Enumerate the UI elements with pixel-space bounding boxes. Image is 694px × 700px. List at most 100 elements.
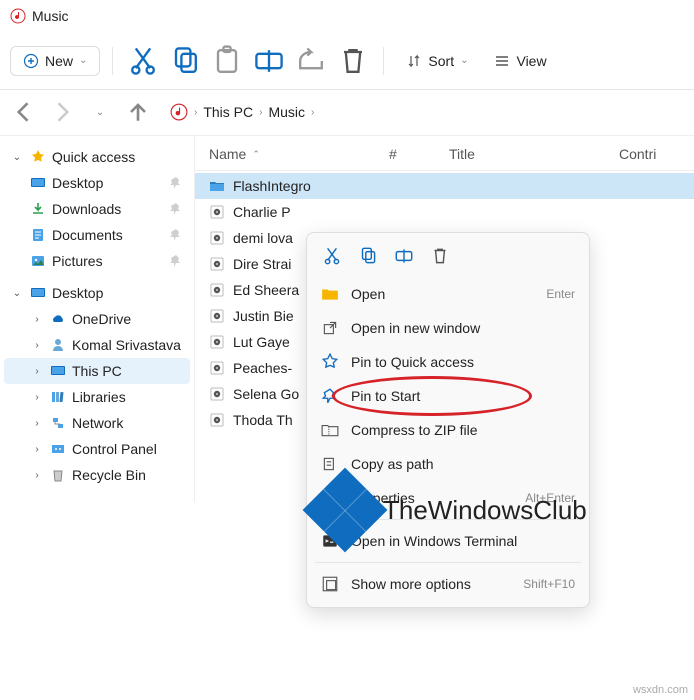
share-button[interactable] [293,43,329,79]
breadcrumb: › This PC › Music › [170,103,314,121]
chevron-down-icon: ⌄ [79,55,87,66]
audio-icon [209,230,225,246]
sidebar-item-label: Network [72,415,123,431]
breadcrumb-music[interactable]: Music [268,104,305,120]
menu-open[interactable]: Open Enter [307,277,589,311]
menu-more-options[interactable]: Show more options Shift+F10 [307,567,589,601]
desktop-icon [30,175,46,191]
menu-open-new-window[interactable]: Open in new window [307,311,589,345]
menu-label: Open in new window [351,320,480,336]
paste-button[interactable] [209,43,245,79]
sidebar-item-downloads[interactable]: Downloads [4,196,190,222]
chevron-right-icon[interactable]: › [30,444,44,455]
view-label: View [516,53,546,69]
menu-label: Compress to ZIP file [351,422,478,438]
new-button[interactable]: New ⌄ [10,46,100,76]
file-row[interactable]: Charlie P [195,199,694,225]
delete-button[interactable] [335,43,371,79]
desktop-icon [30,285,46,301]
menu-shortcut: Shift+F10 [523,577,575,591]
column-title[interactable]: Title [449,146,599,162]
sidebar: ⌄ Quick access Desktop Downloads Documen… [0,136,195,502]
menu-label: Pin to Start [351,388,420,404]
chevron-right-icon[interactable]: › [259,107,262,118]
file-row[interactable]: FlashIntegro [195,173,694,199]
file-name: FlashIntegro [233,178,311,194]
documents-icon [30,227,46,243]
source-label: wsxdn.com [633,684,688,696]
pin-icon [168,227,184,243]
menu-pin-start[interactable]: Pin to Start [307,379,589,413]
file-name: Selena Go [233,386,299,402]
view-button[interactable]: View [484,47,556,75]
copy-button[interactable] [167,43,203,79]
menu-pin-quick-access[interactable]: Pin to Quick access [307,345,589,379]
music-folder-icon [170,103,188,121]
separator [112,47,113,75]
menu-separator [315,519,581,520]
sidebar-item-pictures[interactable]: Pictures [4,248,190,274]
menu-label: Properties [351,490,415,506]
sidebar-item-control-panel[interactable]: › Control Panel [4,436,190,462]
sidebar-desktop-root[interactable]: ⌄ Desktop [4,280,190,306]
recent-button[interactable]: ⌄ [86,98,114,126]
audio-icon [209,308,225,324]
more-icon [321,575,339,593]
sidebar-item-label: Recycle Bin [72,467,146,483]
chevron-right-icon[interactable]: › [194,107,197,118]
column-headers: Name ⌃ # Title Contri [195,136,694,171]
sidebar-item-label: Pictures [52,253,103,269]
quick-access-group: ⌄ Quick access Desktop Downloads Documen… [4,144,190,274]
cut-button[interactable] [125,43,161,79]
rename-button[interactable] [251,43,287,79]
cut-button[interactable] [321,245,343,267]
breadcrumb-this-pc[interactable]: This PC [203,104,253,120]
menu-compress-zip[interactable]: Compress to ZIP file [307,413,589,447]
sidebar-item-documents[interactable]: Documents [4,222,190,248]
chevron-right-icon[interactable]: › [30,392,44,403]
chevron-right-icon[interactable]: › [30,418,44,429]
file-name: Charlie P [233,204,291,220]
chevron-right-icon[interactable]: › [30,314,44,325]
menu-properties[interactable]: Properties Alt+Enter [307,481,589,515]
menu-copy-path[interactable]: Copy as path [307,447,589,481]
menu-label: Show more options [351,576,471,592]
menu-label: Open [351,286,385,302]
menu-label: Pin to Quick access [351,354,474,370]
copy-button[interactable] [357,245,379,267]
context-menu-toolbar [307,239,589,277]
file-name: Lut Gaye [233,334,290,350]
menu-terminal[interactable]: Open in Windows Terminal [307,524,589,558]
file-name: demi lova [233,230,293,246]
column-label: Name [209,146,246,162]
sidebar-item-desktop[interactable]: Desktop [4,170,190,196]
delete-button[interactable] [429,245,451,267]
chevron-right-icon[interactable]: › [30,366,44,377]
chevron-down-icon[interactable]: ⌄ [10,288,24,299]
external-icon [321,319,339,337]
pictures-icon [30,253,46,269]
chevron-right-icon[interactable]: › [30,340,44,351]
column-name[interactable]: Name ⌃ [209,146,369,162]
up-button[interactable] [124,98,152,126]
downloads-icon [30,201,46,217]
rename-button[interactable] [393,245,415,267]
sidebar-item-recycle-bin[interactable]: › Recycle Bin [4,462,190,488]
forward-button[interactable] [48,98,76,126]
sort-button[interactable]: Sort ⌄ [396,47,478,75]
chevron-right-icon[interactable]: › [30,470,44,481]
sidebar-item-this-pc[interactable]: › This PC [4,358,190,384]
column-number[interactable]: # [389,146,429,162]
file-name: Peaches- [233,360,292,376]
sidebar-item-network[interactable]: › Network [4,410,190,436]
back-button[interactable] [10,98,38,126]
sidebar-item-onedrive[interactable]: › OneDrive [4,306,190,332]
chevron-down-icon[interactable]: ⌄ [10,152,24,163]
column-contrib[interactable]: Contri [619,146,680,162]
sidebar-item-user[interactable]: › Komal Srivastava [4,332,190,358]
sidebar-item-libraries[interactable]: › Libraries [4,384,190,410]
desktop-group: ⌄ Desktop › OneDrive › Komal Srivastava … [4,280,190,488]
chevron-right-icon[interactable]: › [311,107,314,118]
sidebar-quick-access[interactable]: ⌄ Quick access [4,144,190,170]
recycle-bin-icon [50,467,66,483]
